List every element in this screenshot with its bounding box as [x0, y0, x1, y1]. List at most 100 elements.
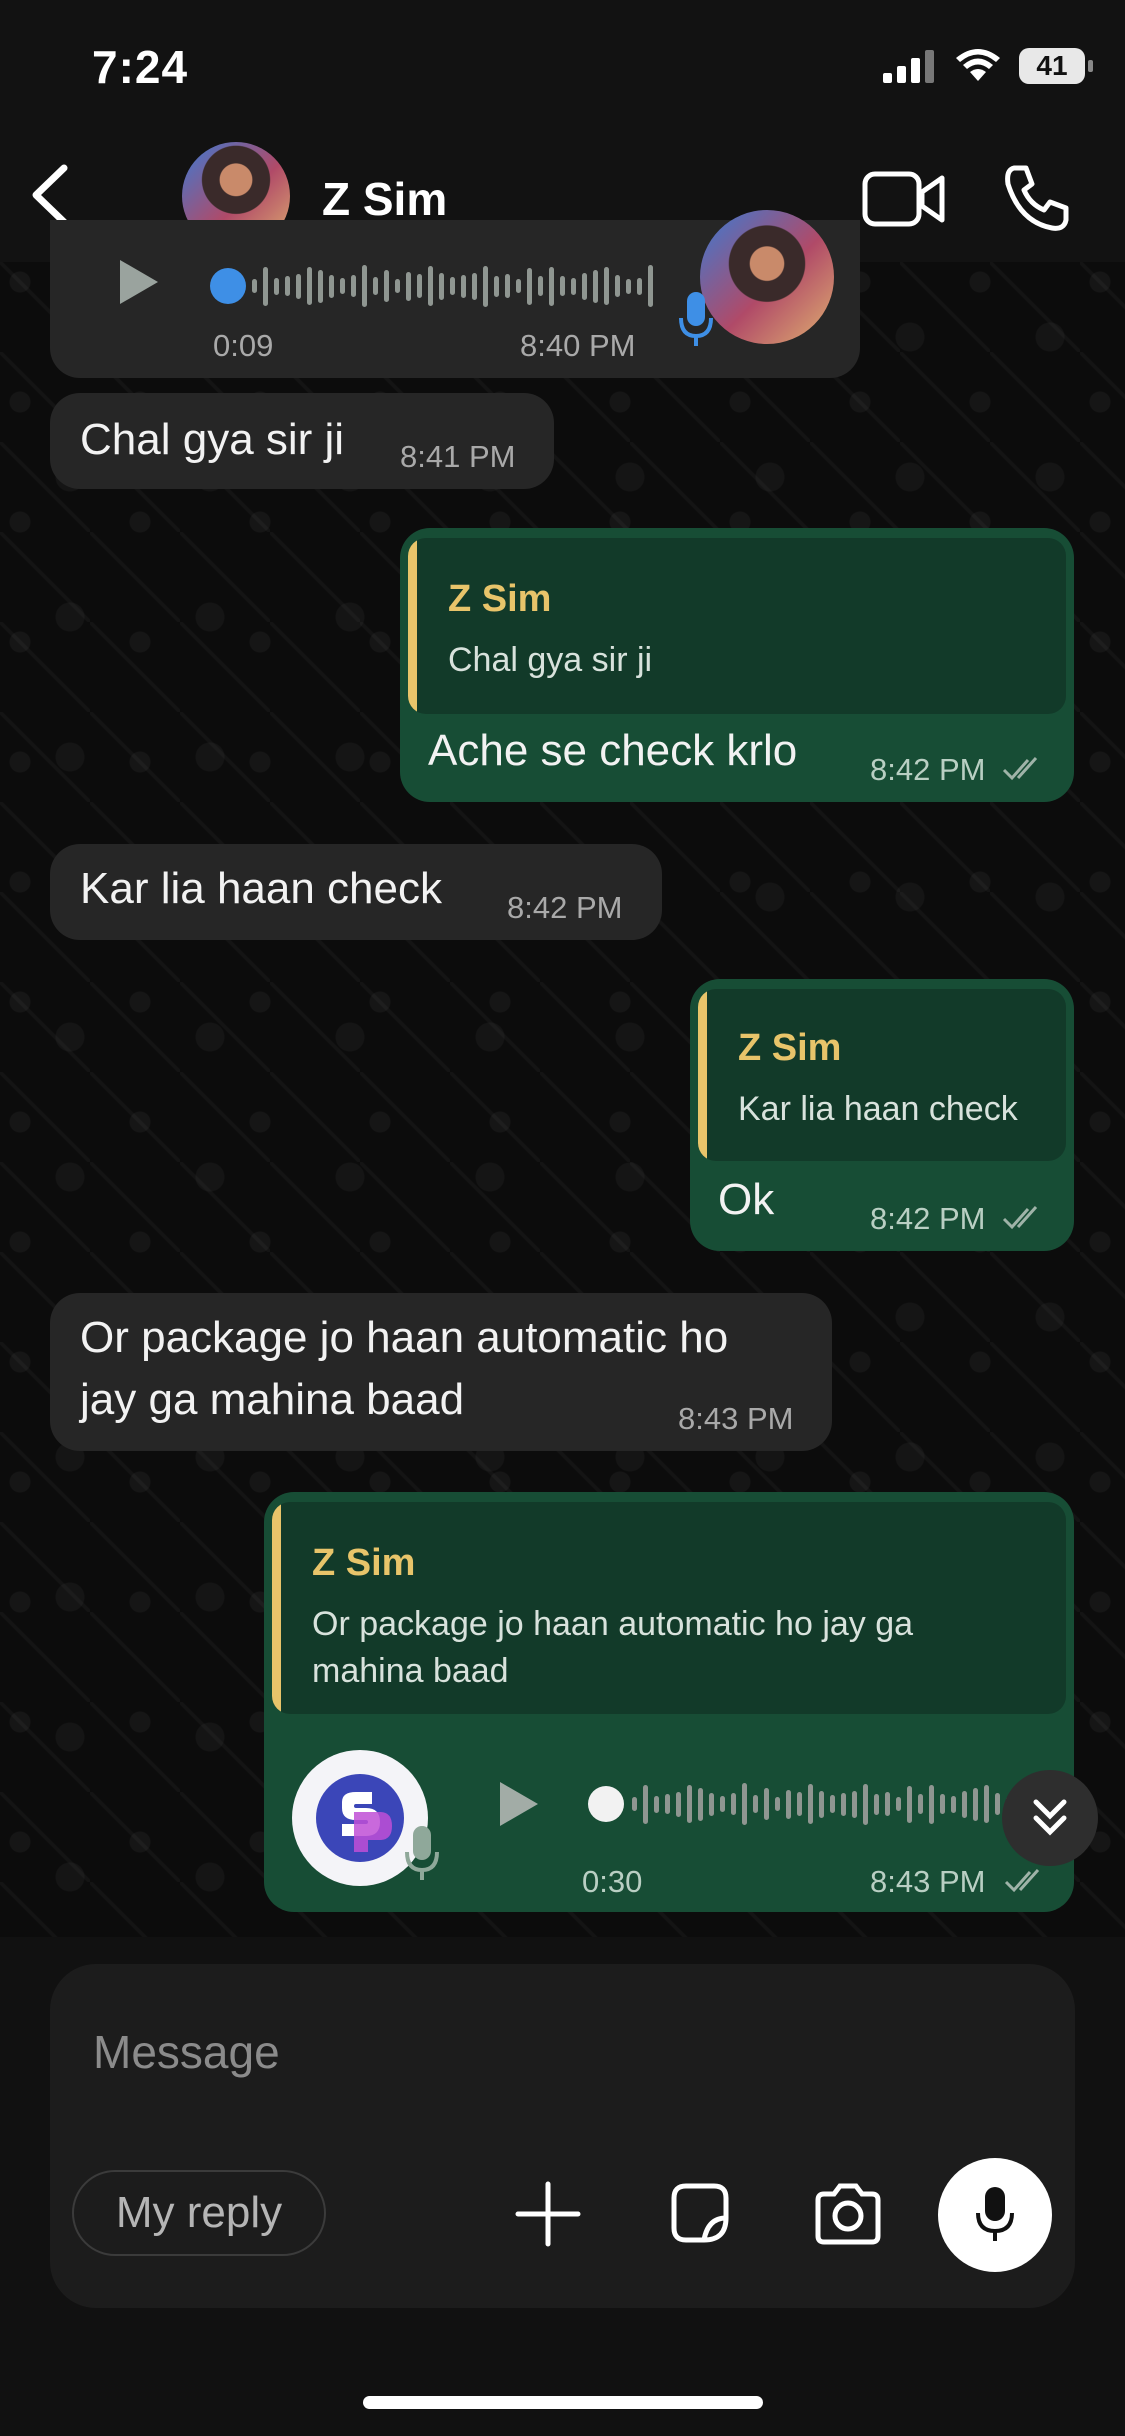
scroll-to-bottom-button[interactable]	[1002, 1770, 1098, 1866]
waveform-bar	[753, 1795, 758, 1813]
waveform-bar	[494, 275, 499, 297]
message-outgoing-reply[interactable]: Z Sim Kar lia haan check Ok 8:42 PM	[690, 979, 1074, 1251]
waveform-bar	[698, 1787, 703, 1821]
waveform-bar	[808, 1784, 813, 1824]
waveform-bar	[296, 273, 301, 299]
plus-icon[interactable]	[512, 2178, 584, 2250]
waveform-bar	[604, 267, 609, 305]
waveform-bar	[329, 274, 334, 298]
waveform-bar	[362, 265, 367, 307]
waveform-bar	[505, 274, 510, 298]
voice-progress-dot[interactable]	[210, 268, 246, 304]
quote-text-line-1: Or package jo haan automatic ho jay ga	[312, 1605, 914, 1643]
message-text-line-1: Or package jo haan automatic ho	[80, 1313, 729, 1362]
waveform-bar	[439, 272, 444, 300]
message-outgoing-voice-reply[interactable]: Z Sim Or package jo haan automatic ho ja…	[264, 1492, 1074, 1912]
quote-sender: Z Sim	[312, 1542, 416, 1584]
waveform-bar	[549, 266, 554, 306]
waveform-bar	[538, 276, 543, 296]
waveform-bar	[637, 277, 642, 295]
microphone-icon	[405, 1826, 439, 1880]
waveform-bar	[962, 1790, 967, 1818]
reply-quote[interactable]: Z Sim Kar lia haan check	[698, 989, 1066, 1161]
waveform-bar	[263, 266, 268, 306]
waveform-bar	[571, 277, 576, 295]
my-reply-chip[interactable]: My reply	[72, 2170, 326, 2256]
signal-icon	[883, 50, 934, 83]
waveform-bar	[830, 1795, 835, 1813]
message-voice-incoming[interactable]: 0:09 8:40 PM	[50, 210, 860, 378]
message-time: 8:40 PM	[520, 328, 636, 363]
quote-sender: Z Sim	[448, 578, 552, 620]
logo-icon	[316, 1774, 404, 1862]
waveform-bar	[775, 1797, 780, 1811]
sticker-icon[interactable]	[664, 2178, 736, 2250]
message-text: Ok	[718, 1175, 775, 1224]
waveform-bar	[665, 1794, 670, 1814]
sender-avatar	[700, 210, 834, 344]
waveform-bar	[648, 265, 653, 307]
read-ticks-icon	[1004, 1868, 1040, 1893]
waveform-bar	[764, 1788, 769, 1820]
home-indicator	[363, 2396, 763, 2409]
waveform-bar	[797, 1792, 802, 1816]
waveform-bar	[841, 1792, 846, 1816]
read-ticks-icon	[1002, 756, 1038, 781]
waveform-bar	[593, 269, 598, 303]
play-icon[interactable]	[120, 260, 158, 304]
quote-text-line-2: mahina baad	[312, 1652, 509, 1690]
quote-sender: Z Sim	[738, 1027, 842, 1069]
microphone-icon	[679, 292, 713, 346]
message-input[interactable]: Message	[93, 2025, 280, 2079]
waveform-bar	[632, 1797, 637, 1811]
message-outgoing-reply[interactable]: Z Sim Chal gya sir ji Ache se check krlo…	[400, 528, 1074, 802]
waveform-bar	[472, 272, 477, 300]
waveform-bar	[874, 1793, 879, 1815]
message-time: 8:42 PM	[870, 1201, 986, 1236]
voice-duration: 0:30	[582, 1864, 643, 1899]
message-incoming[interactable]: Or package jo haan automatic ho jay ga m…	[50, 1293, 832, 1451]
phone-call-icon[interactable]	[1000, 162, 1072, 234]
waveform-bar	[450, 277, 455, 295]
reply-quote[interactable]: Z Sim Or package jo haan automatic ho ja…	[272, 1502, 1066, 1714]
message-time: 8:41 PM	[400, 439, 516, 474]
waveform-bar	[351, 275, 356, 297]
message-incoming[interactable]: Kar lia haan check 8:42 PM	[50, 844, 662, 940]
message-time: 8:42 PM	[507, 890, 623, 925]
waveform-bar	[885, 1792, 890, 1816]
waveform-bar	[516, 279, 521, 293]
waveform-bar	[428, 266, 433, 306]
waveform-bar	[742, 1783, 747, 1825]
waveform-bar	[395, 279, 400, 293]
waveform-bar	[819, 1790, 824, 1818]
waveform-bar	[252, 279, 257, 293]
message-time: 8:42 PM	[870, 752, 986, 787]
waveform-bar	[340, 278, 345, 294]
waveform-bar	[483, 265, 488, 307]
read-ticks-icon	[1002, 1205, 1038, 1230]
message-incoming[interactable]: Chal gya sir ji 8:41 PM	[50, 393, 554, 489]
waveform-bar	[940, 1794, 945, 1814]
waveform-bar	[643, 1784, 648, 1824]
waveform-bar	[896, 1797, 901, 1811]
double-chevron-down-icon	[1033, 1799, 1067, 1836]
voice-progress-dot[interactable]	[588, 1786, 624, 1822]
waveform-bar	[731, 1793, 736, 1815]
waveform-bar	[527, 267, 532, 305]
waveform-bar	[274, 277, 279, 295]
play-icon[interactable]	[500, 1782, 538, 1826]
message-text: Kar lia haan check	[80, 864, 442, 913]
waveform-bar	[582, 272, 587, 300]
contact-name[interactable]: Z Sim	[322, 172, 447, 226]
camera-icon[interactable]	[812, 2178, 884, 2250]
record-voice-button[interactable]	[938, 2158, 1052, 2272]
waveform-bar	[560, 276, 565, 296]
reply-quote[interactable]: Z Sim Chal gya sir ji	[408, 538, 1066, 714]
waveform-bar	[786, 1789, 791, 1819]
video-call-icon[interactable]	[862, 168, 946, 230]
quote-text: Chal gya sir ji	[448, 641, 653, 679]
message-text-line-2: jay ga mahina baad	[80, 1375, 465, 1424]
waveform-bar	[676, 1791, 681, 1817]
message-time: 8:43 PM	[678, 1401, 794, 1436]
battery-indicator: 41	[1019, 48, 1093, 84]
